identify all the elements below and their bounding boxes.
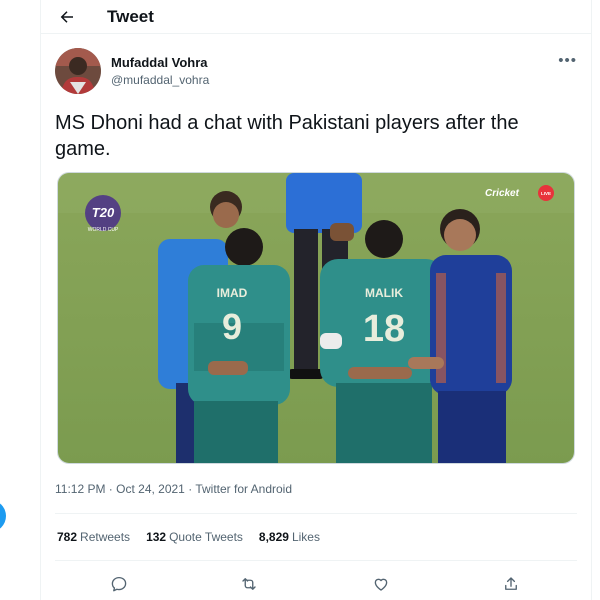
tweet-source[interactable]: Twitter for Android [195,482,292,496]
divider [55,560,577,561]
retweets-count: 782 [57,530,78,544]
arrow-left-icon [60,10,73,23]
more-horizontal-icon: ••• [558,52,577,69]
likes-count: 8,829 [258,530,289,544]
tweet-author: Mufaddal Vohra @mufaddal_vohra ••• [55,48,577,98]
tweet-timestamp[interactable]: 11:12 PM · Oct 24, 2021 [55,482,185,496]
quote-tweets-count: 132 [146,530,167,544]
svg-text:LIVE: LIVE [541,191,551,196]
likes-stat[interactable]: 8,829 Likes [259,530,320,544]
author-handle: @mufaddal_vohra [111,73,210,87]
compose-tweet-button[interactable] [0,500,6,532]
retweets-stat[interactable]: 782 Retweets [57,530,130,544]
tweet-stats: 782 Retweets 132 Quote Tweets 8,829 Likes [57,530,320,544]
page-title: Tweet [107,6,154,26]
reply-button[interactable] [105,570,133,598]
retweet-button[interactable] [235,570,263,598]
tweet-text: MS Dhoni had a chat with Pakistani playe… [55,112,519,160]
divider [55,513,577,514]
meta-separator: · [184,482,196,496]
tweet-media-photo[interactable]: T20 WORLD CUP Cricket LIVE IMAD 9 MALIK … [57,172,575,464]
share-button[interactable] [497,570,525,598]
reply-icon [111,576,127,592]
svg-text:Cricket: Cricket [485,188,520,199]
tweet-column: Tweet Mufaddal Vohra @mufaddal_vohra •••… [40,0,592,600]
svg-text:IMAD: IMAD [217,286,248,300]
author-name[interactable]: Mufaddal Vohra [111,55,208,70]
svg-text:18: 18 [363,308,405,350]
quote-tweets-stat[interactable]: 132 Quote Tweets [146,530,243,544]
page-header: Tweet [41,0,591,34]
more-options-button[interactable]: ••• [558,52,577,69]
quote-tweets-label: Quote Tweets [169,530,243,544]
svg-text:MALIK: MALIK [365,286,403,300]
heart-icon [374,578,388,591]
tweet-actions [41,570,593,598]
share-icon [505,577,517,590]
left-gutter [0,0,40,600]
tweet-meta: 11:12 PM · Oct 24, 2021 · Twitter for An… [55,482,292,496]
retweets-label: Retweets [80,530,131,544]
like-button[interactable] [367,570,395,598]
t20-world-cup-logo: T20 WORLD CUP [85,195,121,233]
retweet-icon [242,578,256,590]
svg-text:WORLD CUP: WORLD CUP [88,227,119,233]
avatar[interactable] [55,48,101,94]
svg-text:T20: T20 [92,205,115,220]
svg-text:9: 9 [222,306,242,347]
likes-label: Likes [291,530,320,544]
back-button[interactable] [49,2,85,32]
